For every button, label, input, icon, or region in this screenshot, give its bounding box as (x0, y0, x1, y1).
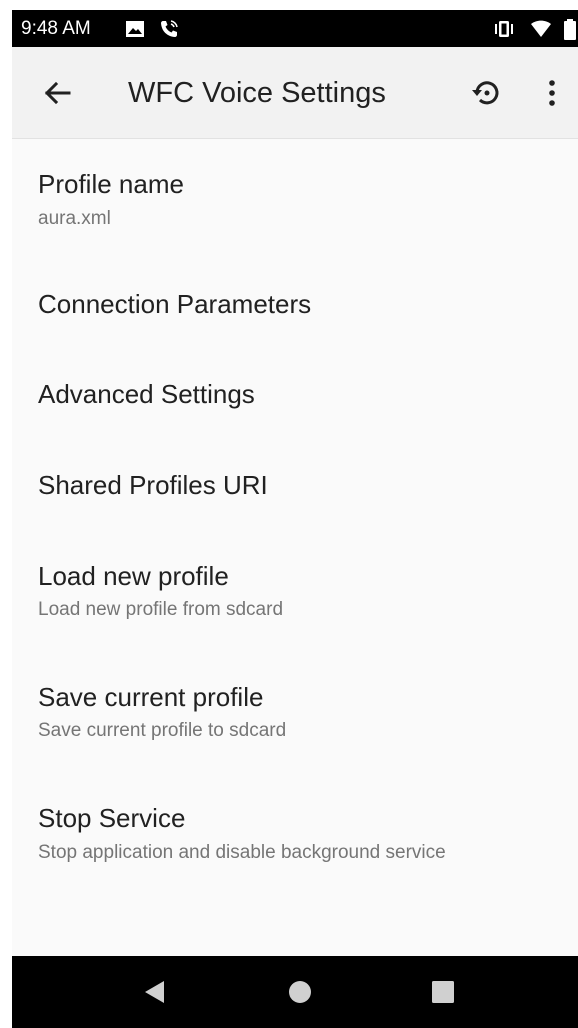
nav-back-button[interactable] (135, 972, 175, 1012)
more-vert-icon (549, 80, 555, 106)
home-circle-icon (289, 981, 311, 1003)
back-triangle-icon (145, 981, 164, 1003)
pref-title: Profile name (38, 169, 184, 199)
navigation-bar (12, 956, 578, 1028)
recents-square-icon (432, 981, 454, 1003)
pref-summary: aura.xml (38, 208, 111, 229)
pref-title: Connection Parameters (38, 289, 312, 319)
pref-title: Stop Service (38, 803, 186, 833)
back-button[interactable] (36, 71, 80, 115)
status-bar: 9:48 AM (12, 10, 578, 47)
pref-summary: Load new profile from sdcard (38, 599, 284, 620)
nav-home-button[interactable] (280, 972, 320, 1012)
battery-icon (564, 19, 576, 46)
wifi-icon (530, 19, 552, 44)
pref-title: Load new profile (38, 561, 229, 591)
more-options-button[interactable] (532, 71, 572, 115)
vibrate-icon (492, 19, 516, 44)
nav-recents-button[interactable] (423, 972, 463, 1012)
image-icon (125, 19, 145, 44)
pref-title: Shared Profiles URI (38, 470, 268, 500)
restore-button[interactable] (464, 71, 508, 115)
pref-title: Save current profile (38, 682, 264, 712)
pref-shared-profiles-uri[interactable]: Shared Profiles URI (12, 430, 578, 520)
pref-summary: Save current profile to sdcard (38, 720, 287, 741)
arrow-back-icon (44, 81, 71, 105)
app-bar: WFC Voice Settings (12, 47, 578, 139)
pref-connection-parameters[interactable]: Connection Parameters (12, 250, 578, 340)
pref-stop-service[interactable]: Stop Service Stop application and disabl… (12, 760, 578, 880)
pref-save-current-profile[interactable]: Save current profile Save current profil… (12, 640, 578, 760)
call-icon (159, 19, 179, 44)
pref-profile-name[interactable]: Profile name aura.xml (12, 150, 578, 250)
pref-summary: Stop application and disable background … (38, 842, 446, 863)
status-time: 9:48 AM (21, 18, 91, 39)
settings-screen: 9:48 AM WFC Voice Settings Profile name … (12, 10, 578, 1028)
page-title: WFC Voice Settings (128, 77, 386, 109)
pref-title: Advanced Settings (38, 379, 255, 409)
pref-load-new-profile[interactable]: Load new profile Load new profile from s… (12, 520, 578, 640)
restore-icon (472, 81, 499, 105)
pref-advanced-settings[interactable]: Advanced Settings (12, 340, 578, 430)
